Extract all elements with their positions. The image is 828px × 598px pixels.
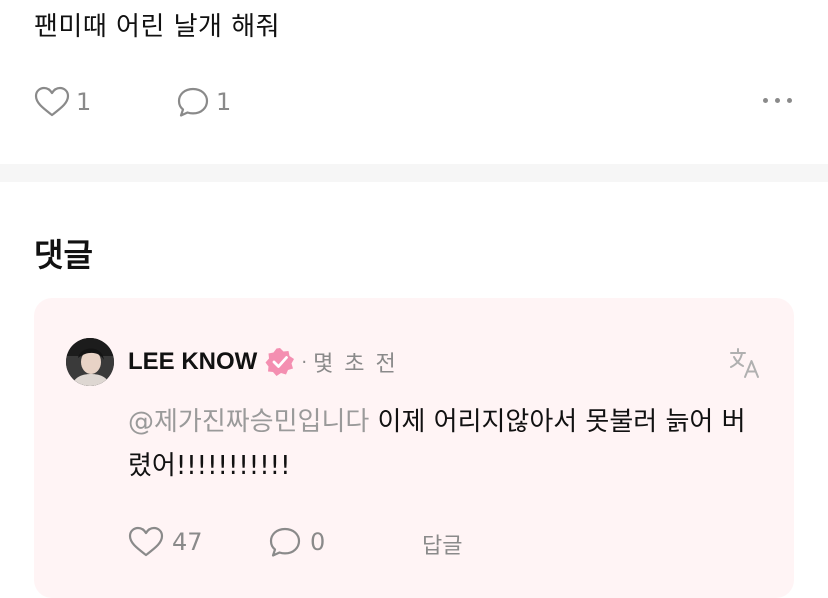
- post-actions: 1 1: [0, 80, 828, 124]
- comment-actions: 47 0 답글: [128, 522, 728, 562]
- post-comment-count: 1: [216, 88, 232, 116]
- comments-heading: 댓글: [34, 236, 93, 274]
- verified-badge-icon: [265, 348, 295, 376]
- comment-author[interactable]: LEE KNOW: [128, 348, 257, 376]
- comment-like-button[interactable]: 47: [128, 526, 203, 558]
- comment-icon: [177, 87, 209, 117]
- reply-button[interactable]: 답글: [422, 528, 462, 560]
- comment-author-row: LEE KNOW · 몇 초 전: [128, 346, 398, 378]
- section-divider: [0, 164, 828, 182]
- post-like-button[interactable]: 1: [34, 86, 91, 118]
- comment-icon: [269, 527, 301, 557]
- heart-icon: [34, 86, 70, 117]
- comment-reply-count: 0: [310, 528, 326, 556]
- post-comment-button[interactable]: 1: [176, 86, 231, 118]
- more-dot: [787, 98, 792, 103]
- meta-separator: ·: [301, 351, 308, 373]
- heart-icon: [128, 526, 164, 557]
- translate-icon[interactable]: [728, 346, 762, 380]
- more-dot: [763, 98, 768, 103]
- comment-mention[interactable]: @제가진짜승민입니다: [128, 407, 369, 437]
- more-dot: [775, 98, 780, 103]
- post-text: 팬미때 어린 날개 해줘: [34, 12, 281, 42]
- comment-card: LEE KNOW · 몇 초 전 @제가진짜승민입니다 이제 어리지않아서 못불…: [34, 298, 794, 598]
- comment-time: 몇 초 전: [313, 352, 398, 377]
- avatar-image: [66, 338, 114, 386]
- post-like-count: 1: [76, 88, 92, 116]
- comment-body: @제가진짜승민입니다 이제 어리지않아서 못불러 늙어 버렸어!!!!!!!!!…: [128, 400, 758, 488]
- comment-reply-count-button[interactable]: 0: [268, 526, 325, 558]
- comment-like-count: 47: [172, 528, 203, 556]
- more-icon[interactable]: [763, 98, 792, 103]
- avatar[interactable]: [66, 338, 114, 386]
